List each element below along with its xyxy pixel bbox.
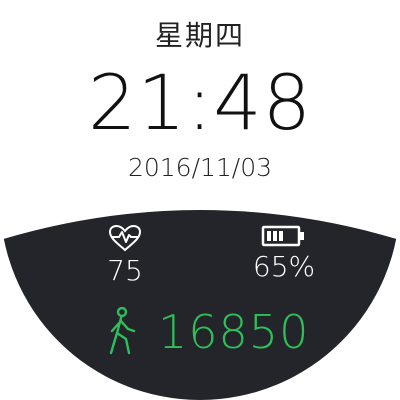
battery-icon (261, 225, 304, 247)
battery-value: 65% (252, 250, 316, 283)
weekday-label: 星期四 (154, 19, 245, 52)
heart-rate-value: 75 (107, 254, 143, 287)
heart-rate-widget[interactable]: 75 (88, 224, 162, 287)
battery-widget[interactable]: 65% (236, 224, 332, 283)
walking-person-icon (109, 307, 136, 355)
clock-time: 21:48 (87, 58, 313, 147)
heart-pulse-icon (108, 224, 142, 252)
watch-face: 星期四 21:48 2016/11/03 75 65% 16850 (0, 0, 400, 400)
steps-value: 16850 (158, 305, 310, 359)
date-label: 2016/11/03 (127, 153, 273, 182)
step-counter-widget[interactable]: 16850 (104, 304, 309, 360)
